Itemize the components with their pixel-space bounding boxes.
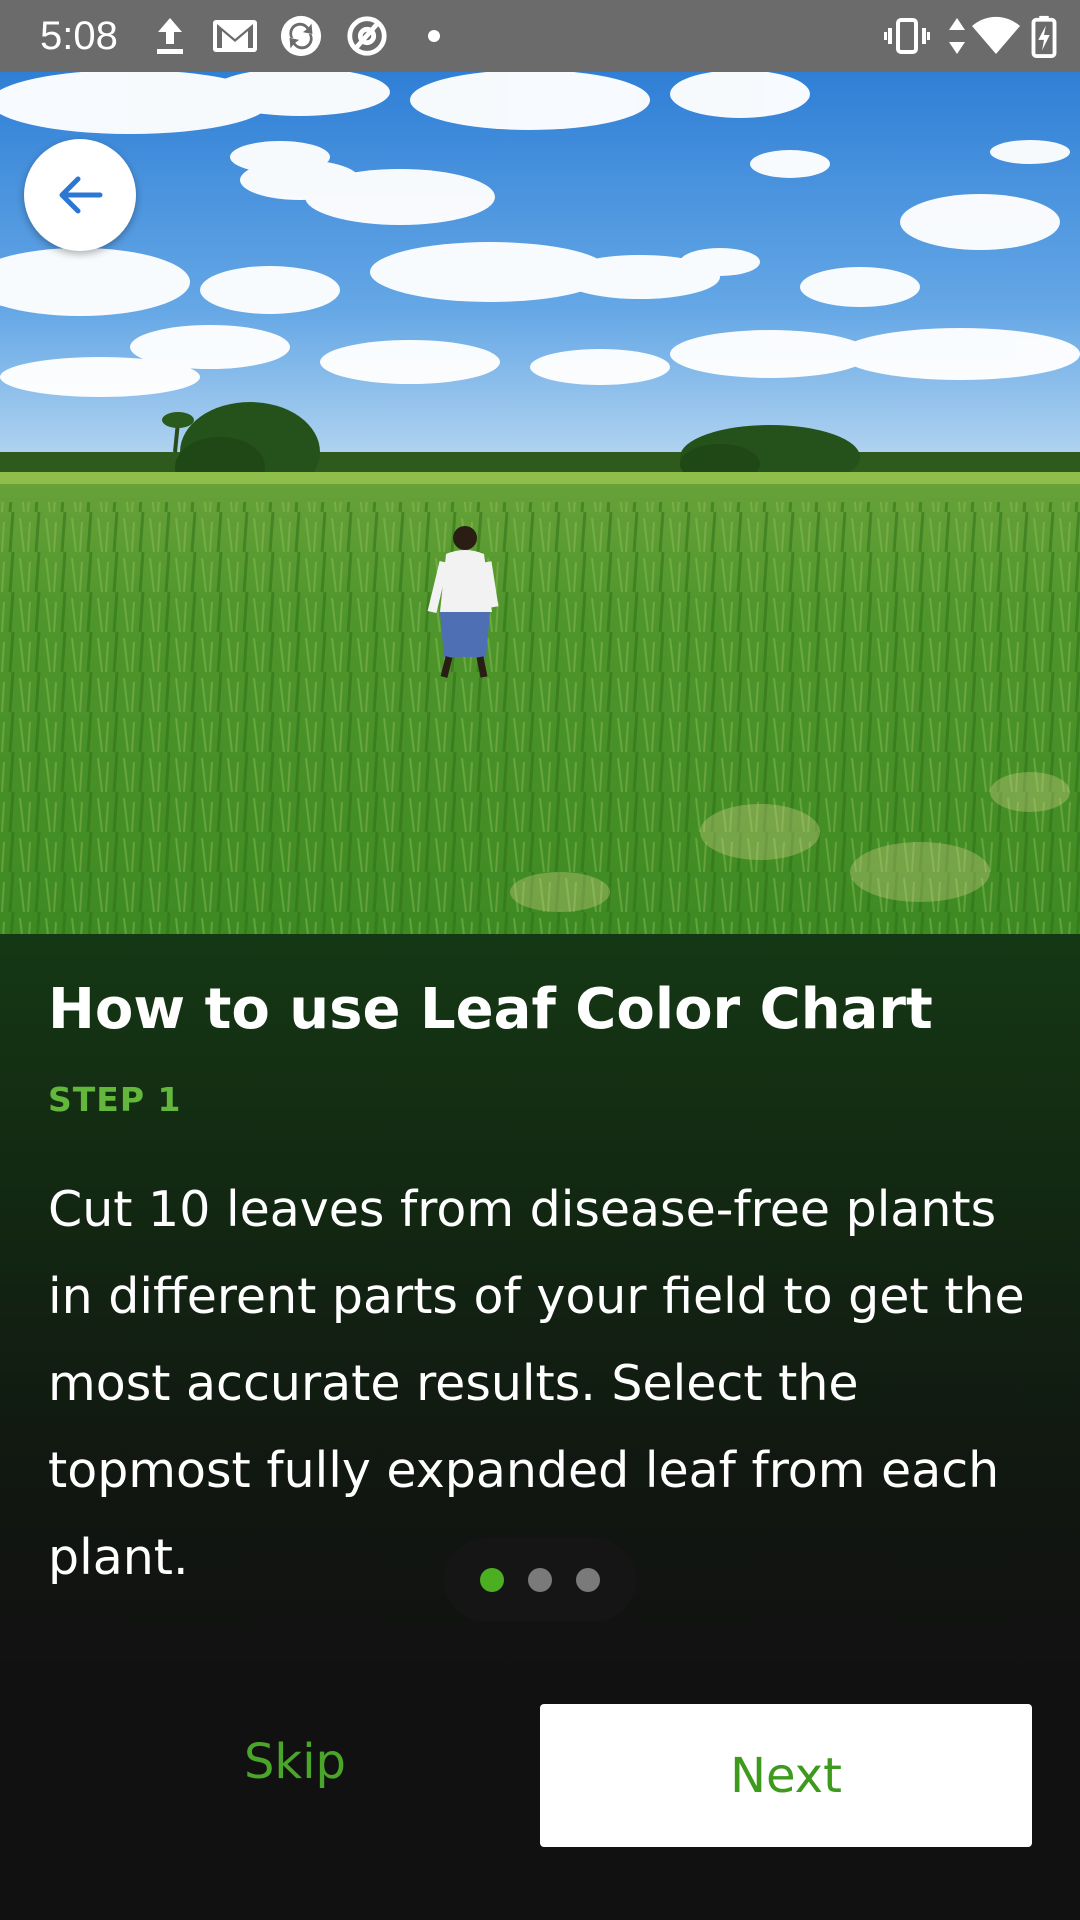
page-dot-1[interactable] [480, 1568, 504, 1592]
page-indicator [444, 1538, 636, 1622]
arrow-back-icon [59, 176, 103, 214]
skip-button[interactable]: Skip [120, 1704, 470, 1820]
next-button[interactable]: Next [540, 1704, 1032, 1847]
step-label: STEP 1 [48, 1080, 182, 1119]
hero-photo [0, 72, 1080, 934]
status-time: 5:08 [40, 14, 118, 58]
sync-icon [280, 15, 322, 57]
at-sign-icon [347, 16, 387, 56]
battery-charging-icon [1031, 15, 1057, 58]
dot-icon [428, 30, 440, 42]
step-description: Cut 10 leaves from disease-free plants i… [48, 1181, 1025, 1586]
gmail-icon [213, 20, 257, 52]
rice-paddy-field-illustration [0, 72, 1080, 934]
page-dot-3[interactable] [576, 1568, 600, 1592]
data-arrows-icon [949, 18, 965, 54]
onboarding-screen: 5:08 How to use Leaf Color Chart STEP 1 … [0, 0, 1080, 1920]
back-button[interactable] [24, 139, 136, 251]
upload-icon [157, 18, 183, 54]
wifi-icon [972, 16, 1020, 54]
vibrate-icon [884, 18, 930, 54]
page-title: How to use Leaf Color Chart [48, 977, 933, 1042]
instruction-panel: How to use Leaf Color Chart STEP 1 Cut 1… [0, 934, 1080, 1920]
status-bar: 5:08 [0, 0, 1080, 72]
page-dot-2[interactable] [528, 1568, 552, 1592]
